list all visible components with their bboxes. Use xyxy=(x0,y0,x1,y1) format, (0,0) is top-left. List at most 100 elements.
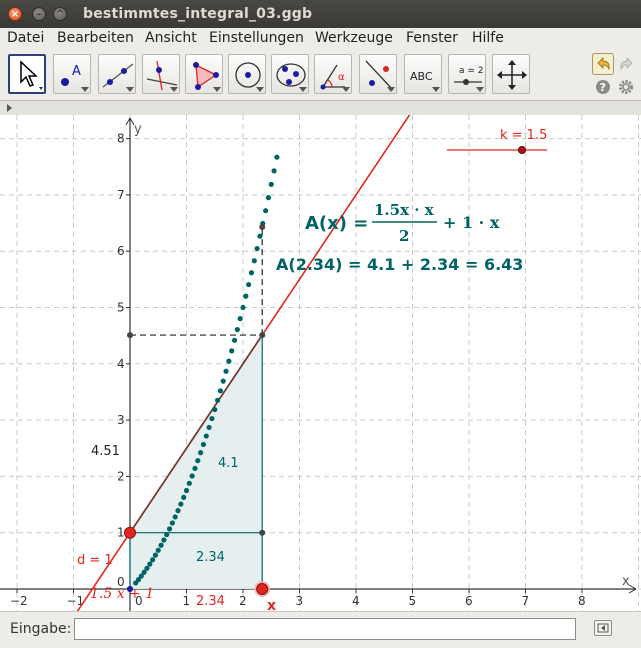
point-x xyxy=(256,583,269,595)
toolbar-collapse-bar xyxy=(0,100,641,116)
y-tick-label: 7 xyxy=(117,188,125,202)
d-label: d = 1 xyxy=(77,553,113,568)
construction-point xyxy=(127,332,133,339)
point-tool-button[interactable]: A xyxy=(53,54,91,94)
y-tick-label: 5 xyxy=(117,301,125,315)
evaluation-text: A(2.34) = 4.1 + 2.34 = 6.43 xyxy=(276,255,523,274)
trace-point xyxy=(169,520,175,526)
x-tick-label: −2 xyxy=(10,594,28,608)
minimize-window-button[interactable]: – xyxy=(32,7,46,21)
menu-werkzeuge[interactable]: Werkzeuge xyxy=(315,30,393,46)
move-view-tool-button[interactable] xyxy=(492,54,530,94)
trace-point xyxy=(155,547,161,553)
x-axis-label: x xyxy=(622,574,630,589)
trace-point xyxy=(186,480,192,486)
menu-bar: Datei Bearbeiten Ansicht Einstellungen W… xyxy=(0,28,641,51)
trace-point xyxy=(212,406,218,413)
svg-text:ABC: ABC xyxy=(410,70,433,83)
trace-point xyxy=(209,415,215,422)
k-slider[interactable] xyxy=(447,146,547,154)
grid xyxy=(0,115,641,611)
menu-datei[interactable]: Datei xyxy=(7,30,44,46)
trace-point xyxy=(178,501,184,507)
formula-tail: + 1 · x xyxy=(443,213,500,232)
line-tool-button[interactable] xyxy=(98,54,136,94)
maximize-window-button[interactable]: ^ xyxy=(53,7,67,21)
menu-einstellungen[interactable]: Einstellungen xyxy=(209,30,304,46)
svg-text:α: α xyxy=(338,72,345,83)
polygon-tool-button[interactable] xyxy=(185,54,223,94)
trace-point xyxy=(189,473,195,479)
menu-fenster[interactable]: Fenster xyxy=(406,30,458,46)
formula-denominator: 2 xyxy=(399,227,409,245)
help-icon[interactable]: ? xyxy=(595,79,611,95)
svg-text:A: A xyxy=(72,64,81,79)
perpendicular-tool-button[interactable] xyxy=(142,54,180,94)
gear-icon[interactable] xyxy=(618,79,634,95)
formula-lhs: A(x) = xyxy=(305,213,368,234)
trace-point xyxy=(254,245,260,252)
y-axis-label: y xyxy=(134,122,142,137)
input-help-button[interactable] xyxy=(594,620,612,636)
construction-point xyxy=(259,223,266,230)
trace-point xyxy=(192,465,198,472)
trace-point xyxy=(183,487,190,494)
trace-point xyxy=(164,531,170,538)
trace-point xyxy=(237,316,243,322)
point-d xyxy=(124,526,136,539)
coordinate-axes: −2 −1 0 1 2 3 4 5 6 7 8012345678 xyxy=(0,117,637,611)
trace-point xyxy=(265,195,272,201)
line-label: 1.5 x + 1 xyxy=(90,586,154,602)
text-tool-button[interactable]: ABC xyxy=(404,54,442,94)
x-tick-label: 7 xyxy=(522,594,530,608)
x-tick-label: 6 xyxy=(465,594,473,608)
slider-label: k = 1.5 xyxy=(500,128,547,143)
expand-triangle-icon[interactable] xyxy=(4,102,14,114)
undo-icon[interactable] xyxy=(592,53,614,75)
trace-point xyxy=(198,450,204,456)
trace-point xyxy=(271,168,277,174)
trace-point xyxy=(150,557,156,563)
origin-point xyxy=(127,586,133,592)
menu-ansicht[interactable]: Ansicht xyxy=(145,30,197,46)
x-tick-label: 1 xyxy=(183,594,191,608)
angle-tool-button[interactable]: α xyxy=(314,54,352,94)
trace-point xyxy=(206,424,212,431)
command-input[interactable] xyxy=(74,618,576,640)
input-label: Eingabe: xyxy=(10,621,72,637)
x-tick-label: 2 xyxy=(239,594,247,608)
redo-icon[interactable] xyxy=(617,53,637,75)
graphics-view[interactable]: −2 −1 0 1 2 3 4 5 6 7 8 0 1 2 3 4 5 6 7 8 x y k = 1.5 A(x) … xyxy=(0,115,641,611)
graphics-canvas[interactable]: −2 −1 0 1 2 3 4 5 6 7 8012345678 x y k = 1.5 A(x) … xyxy=(0,115,641,611)
trace-point xyxy=(181,494,187,501)
move-graphics-view-icon xyxy=(497,60,527,90)
trace-point xyxy=(240,304,246,311)
construction-point xyxy=(259,529,266,536)
trace-point xyxy=(257,233,263,239)
x-tick-label: 3 xyxy=(296,594,304,608)
move-tool-button[interactable] xyxy=(8,54,46,94)
conic-tool-button[interactable] xyxy=(271,54,309,94)
menu-hilfe[interactable]: Hilfe xyxy=(472,30,504,46)
y-tick-label: 8 xyxy=(117,132,125,146)
close-window-button[interactable]: × xyxy=(8,7,22,21)
x-tick-label: 8 xyxy=(578,594,586,608)
trace-point xyxy=(251,258,257,264)
rectangle-area-label: 2.34 xyxy=(196,550,225,565)
reflect-tool-button[interactable] xyxy=(359,54,397,94)
height-label: 4.51 xyxy=(91,444,120,459)
trace-point xyxy=(248,270,255,276)
trace-point xyxy=(231,337,238,343)
y-tick-label: 3 xyxy=(117,413,125,427)
menu-bearbeiten[interactable]: Bearbeiten xyxy=(57,30,134,46)
trace-point xyxy=(214,397,221,403)
trace-point xyxy=(217,388,223,394)
trace-point xyxy=(147,561,153,567)
slider-tool-button[interactable]: a = 2 xyxy=(448,54,486,94)
trace-point xyxy=(234,326,240,333)
construction-point xyxy=(259,332,266,339)
trace-point xyxy=(152,552,159,558)
window-titlebar: × – ^ bestimmtes_integral_03.ggb xyxy=(0,0,641,28)
trace-point xyxy=(229,348,235,354)
circle-tool-button[interactable] xyxy=(228,54,266,94)
